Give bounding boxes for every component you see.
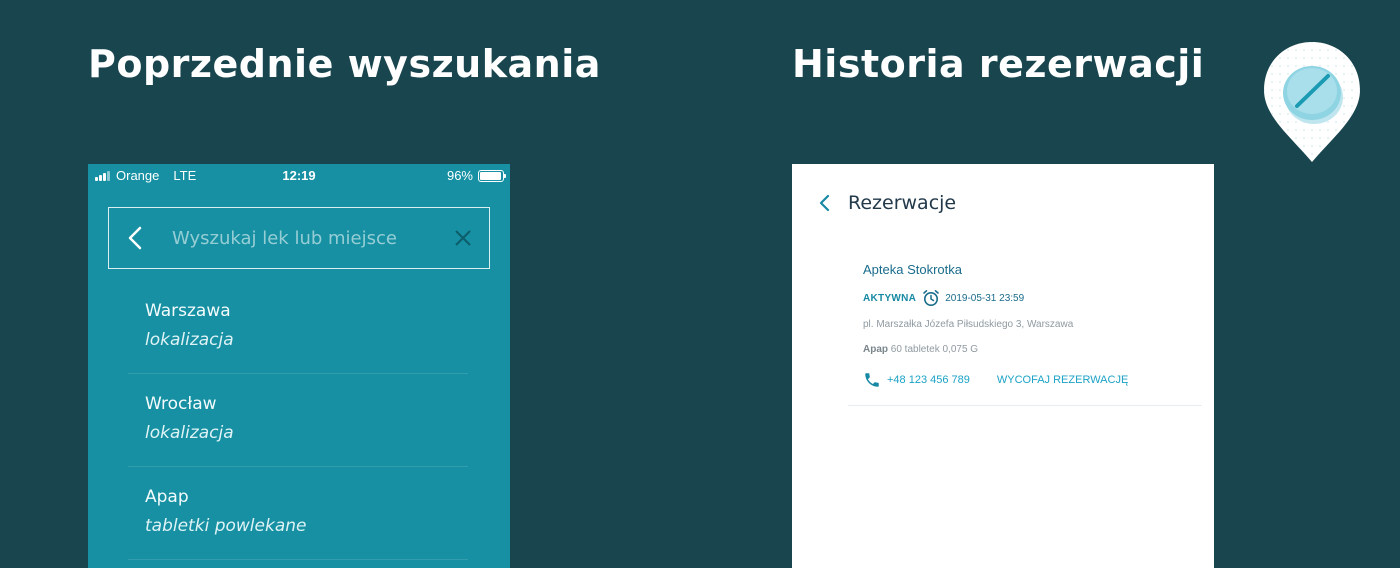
recent-search-list: Warszawa lokalizacja Wrocław lokalizacja… xyxy=(128,281,468,560)
chevron-left-icon xyxy=(128,226,142,250)
result-subtitle: lokalizacja xyxy=(145,330,234,350)
reservations-screen: Rezerwacje Apteka Stokrotka AKTYWNA 2019… xyxy=(792,164,1214,568)
expiry-datetime: 2019-05-31 23:59 xyxy=(945,292,1025,304)
heading-previous-searches: Poprzednie wyszukania xyxy=(88,42,601,86)
status-bar: Orange LTE 12:19 96% xyxy=(88,164,510,188)
page-title: Rezerwacje xyxy=(848,192,957,214)
alarm-clock-icon xyxy=(923,289,940,306)
call-pharmacy-link[interactable]: +48 123 456 789 xyxy=(863,371,970,389)
search-box xyxy=(108,207,490,269)
result-title: Apap xyxy=(145,487,189,507)
close-icon xyxy=(455,230,471,246)
back-button[interactable] xyxy=(115,208,155,268)
phone-icon xyxy=(865,373,879,387)
pharmacy-address: pl. Marszałka Józefa Piłsudskiego 3, War… xyxy=(863,319,1074,330)
search-screen: Orange LTE 12:19 96% Warszawa lokal xyxy=(88,164,510,568)
chevron-left-icon xyxy=(819,194,830,212)
heading-reservation-history: Historia rezerwacji xyxy=(792,42,1205,86)
pill-pin-icon xyxy=(1264,42,1360,162)
clear-search-button[interactable] xyxy=(443,208,483,268)
cancel-reservation-button[interactable]: WYCOFAJ REZERWACJĘ xyxy=(997,374,1128,386)
battery-percent: 96% xyxy=(446,168,473,183)
product-name: Apap xyxy=(863,344,888,355)
phone-number: +48 123 456 789 xyxy=(887,374,970,386)
list-item[interactable]: Warszawa lokalizacja xyxy=(128,281,468,374)
product-info: Apap 60 tabletek 0,075 G xyxy=(863,344,1202,355)
list-item[interactable]: Wrocław lokalizacja xyxy=(128,374,468,467)
status-badge: AKTYWNA xyxy=(863,292,917,304)
list-item[interactable]: Apap tabletki powlekane xyxy=(128,467,468,560)
result-subtitle: tabletki powlekane xyxy=(145,516,307,536)
battery-icon xyxy=(478,169,506,182)
back-button[interactable] xyxy=(818,192,836,214)
product-detail: 60 tabletek 0,075 G xyxy=(890,344,979,355)
search-input[interactable] xyxy=(172,227,443,249)
reservation-card: Apteka Stokrotka AKTYWNA 2019-05-31 23:5… xyxy=(848,250,1202,406)
result-subtitle: lokalizacja xyxy=(145,423,234,443)
reservations-header: Rezerwacje xyxy=(818,192,956,214)
pharmacy-name[interactable]: Apteka Stokrotka xyxy=(863,250,1202,277)
result-title: Wrocław xyxy=(145,394,217,414)
result-title: Warszawa xyxy=(145,301,231,321)
